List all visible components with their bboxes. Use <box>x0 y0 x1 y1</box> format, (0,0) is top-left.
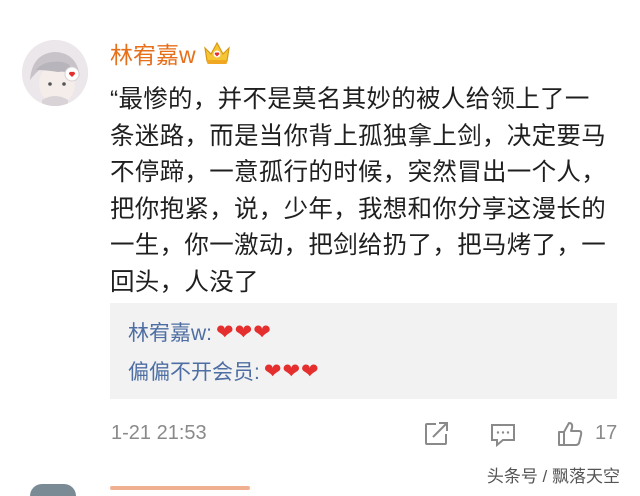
reply-text: ❤❤❤ <box>263 359 320 383</box>
comment-header: 林宥嘉w <box>110 38 232 68</box>
comment-timestamp: 1-21 21:53 <box>111 422 207 444</box>
comment-icon[interactable] <box>489 420 517 448</box>
watermark: 头条号 / 飘落天空 <box>486 467 620 486</box>
username-link[interactable]: 林宥嘉w <box>110 36 196 70</box>
share-icon[interactable] <box>422 420 450 448</box>
vip-crown-icon <box>202 39 232 67</box>
like-count: 17 <box>595 422 618 444</box>
avatar[interactable] <box>22 40 88 106</box>
next-comment-header <box>110 486 250 490</box>
reply-item[interactable]: 偏偏不开会员: ❤❤❤ <box>128 356 320 386</box>
avatar-image <box>22 40 88 106</box>
reply-box[interactable]: 林宥嘉w: ❤❤❤ 偏偏不开会员: ❤❤❤ <box>110 303 617 399</box>
comment-text: “最惨的，并不是莫名其妙的被人给领上了一条迷路，而是当你背上孤独拿上剑，决定要马… <box>110 86 606 296</box>
next-comment-avatar[interactable] <box>30 484 76 496</box>
reply-item[interactable]: 林宥嘉w: ❤❤❤ <box>128 317 272 347</box>
reply-author[interactable]: 偏偏不开会员: <box>128 356 260 386</box>
reply-text: ❤❤❤ <box>216 320 272 344</box>
reply-author[interactable]: 林宥嘉w: <box>128 317 212 347</box>
like-icon[interactable] <box>556 420 584 448</box>
